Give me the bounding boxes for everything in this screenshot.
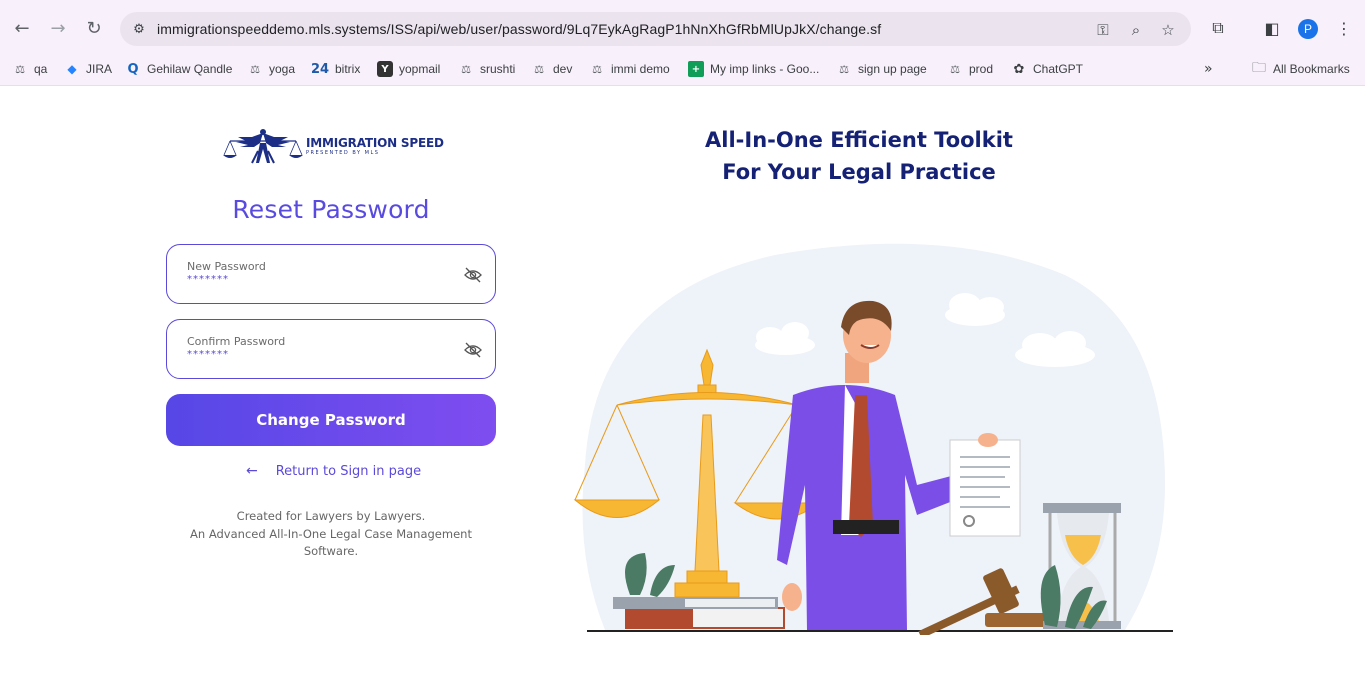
return-to-sign-in-label[interactable]: Return to Sign in page [276, 464, 421, 479]
bookmark-prod[interactable]: ⚖ prod [947, 59, 993, 79]
bookmarks-bar: ⚖ qa ◆ JIRA Q Gehilaw Qandle ⚖ yoga 24 bitrix… [0, 56, 1365, 86]
new-password-input[interactable]: ******* [187, 274, 229, 285]
password-key-icon[interactable]: ⚿ [1093, 20, 1113, 40]
immigration-speed-logo: IMMIGRATION SPEED PRESENTED BY MLS [222, 127, 444, 165]
reset-password-page: IMMIGRATION SPEED PRESENTED BY MLS Reset… [0, 87, 1365, 694]
bookmark-gehilaw-qandle[interactable]: Q Gehilaw Qandle [125, 59, 232, 79]
scale-icon: ⚖ [839, 62, 849, 76]
left-arrow-icon: ← [246, 463, 258, 479]
scales-eagle-logo-icon [223, 129, 303, 164]
bitrix24-icon: 24 [310, 61, 330, 77]
bookmark-bitrix[interactable]: 24 bitrix [311, 59, 360, 79]
qandle-icon: Q [127, 61, 139, 77]
side-panel-icon[interactable]: ◧ [1261, 17, 1283, 39]
bookmark-yoga[interactable]: ⚖ yoga [247, 59, 295, 79]
bookmark-dev[interactable]: ⚖ dev [531, 59, 572, 79]
browser-toolbar: ← → ↻ ⚙ immigrationspeeddemo.mls.systems… [0, 0, 1365, 56]
bookmark-qa[interactable]: ⚖ qa [12, 59, 47, 79]
folder-icon: 🗀 [1252, 60, 1266, 76]
url-text[interactable]: immigrationspeeddemo.mls.systems/ISS/api… [157, 21, 881, 37]
scale-icon: ⚖ [534, 62, 544, 76]
confirm-password-input[interactable]: ******* [187, 349, 229, 360]
bookmark-star-icon[interactable]: ☆ [1158, 20, 1178, 40]
scale-icon: ⚖ [250, 62, 260, 76]
logo-subtitle: PRESENTED BY MLS [306, 150, 380, 156]
eye-off-icon[interactable] [463, 340, 483, 360]
page-title: Reset Password [232, 195, 430, 224]
scale-icon: ⚖ [950, 62, 960, 76]
all-bookmarks-button[interactable]: 🗀 All Bookmarks [1251, 59, 1350, 79]
more-bookmarks-chevron-icon[interactable]: » [1204, 59, 1213, 79]
eye-off-icon[interactable] [463, 265, 483, 285]
zoom-icon[interactable]: ⌕ [1126, 20, 1146, 40]
confirm-password-field[interactable]: Confirm Password ******* [166, 319, 496, 379]
address-bar[interactable]: ⚙ immigrationspeeddemo.mls.systems/ISS/a… [120, 12, 1191, 46]
back-arrow-icon[interactable]: ← [11, 17, 33, 39]
bookmark-my-imp-links[interactable]: + My imp links - Goo... [688, 59, 819, 79]
lawyer-illustration [573, 243, 1173, 635]
confirm-password-label: Confirm Password [187, 335, 286, 348]
jira-icon: ◆ [67, 62, 77, 76]
forward-arrow-icon[interactable]: → [47, 17, 69, 39]
tagline-line-1: Created for Lawyers by Lawyers. [236, 509, 426, 523]
profile-avatar[interactable]: P [1298, 19, 1318, 39]
tagline-line-2: An Advanced All-In-One Legal Case Manage… [190, 526, 472, 559]
bookmark-immi-demo[interactable]: ⚖ immi demo [589, 59, 670, 79]
sheets-icon: + [688, 61, 704, 77]
return-to-sign-in-link[interactable]: ← Return to Sign in page [246, 461, 421, 481]
menu-kebab-icon[interactable]: ⋮ [1333, 17, 1355, 39]
hero-heading: All-In-One Efficient Toolkit For Your Le… [640, 124, 1078, 188]
bookmark-chatgpt[interactable]: ✿ ChatGPT [1011, 59, 1083, 79]
reload-icon[interactable]: ↻ [83, 17, 105, 39]
scale-icon: ⚖ [592, 62, 602, 76]
site-settings-icon[interactable]: ⚙ [130, 20, 148, 38]
bookmark-yopmail[interactable]: Yyopmail [377, 59, 440, 79]
yopmail-icon: Y [377, 61, 393, 77]
bookmark-jira[interactable]: ◆ JIRA [64, 59, 112, 79]
new-password-field[interactable]: New Password ******* [166, 244, 496, 304]
tagline: Created for Lawyers by Lawyers. An Advan… [166, 508, 496, 561]
chatgpt-icon: ✿ [1013, 61, 1025, 77]
new-password-label: New Password [187, 260, 266, 273]
hero-heading-line-2: For Your Legal Practice [722, 160, 996, 184]
logo-title: IMMIGRATION SPEED [306, 136, 444, 150]
change-password-button[interactable]: Change Password [166, 394, 496, 446]
scale-icon: ⚖ [15, 62, 25, 76]
hero-heading-line-1: All-In-One Efficient Toolkit [705, 128, 1013, 152]
bookmark-sign-up-page[interactable]: ⚖ sign up page [836, 59, 927, 79]
scale-icon: ⚖ [461, 62, 471, 76]
extensions-puzzle-icon[interactable]: ⧉ [1207, 17, 1229, 39]
bookmark-srushti[interactable]: ⚖ srushti [458, 59, 515, 79]
